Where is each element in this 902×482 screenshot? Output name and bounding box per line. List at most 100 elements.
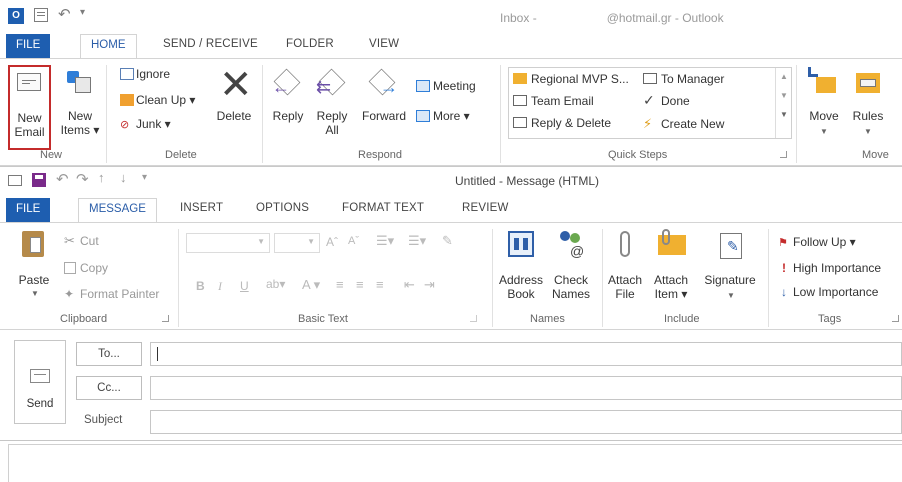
quick-step-to-manager[interactable]: To Manager [643,72,724,86]
group-label-delete: Delete [165,149,197,161]
copy-icon [64,262,76,274]
quick-step-team-email[interactable]: Team Email [513,94,594,108]
next-item-icon[interactable]: ↓ [120,170,127,185]
undo-icon[interactable]: ↶ [58,5,71,23]
signature-button[interactable]: ✎ Signature ▼ [700,229,760,311]
meeting-button[interactable]: Meeting [416,79,476,93]
tab-review[interactable]: REVIEW [462,202,509,214]
paperclip-icon [620,231,630,257]
quick-step-create-new[interactable]: ⚡ Create New [643,116,724,132]
tab-message[interactable]: MESSAGE [78,198,157,223]
tab-folder[interactable]: FOLDER [286,38,334,50]
new-email-button[interactable]: New Email [8,65,51,150]
group-label-move: Move [862,149,889,161]
tab-file[interactable]: FILE [6,34,51,58]
paste-button[interactable]: Paste ▼ [14,229,54,311]
to-button[interactable]: To... [76,342,142,366]
check-names-button[interactable]: @ Check Names [548,229,594,311]
outlook-window-title: Inbox - @hotmail.gr - Outlook [500,11,900,25]
decrease-indent-icon[interactable]: ⇤ [404,277,415,293]
ignore-button[interactable]: Ignore [120,67,170,81]
address-book-button[interactable]: Address Book [498,229,544,311]
cut-button[interactable]: ✂ Cut [64,233,99,249]
numbering-icon[interactable]: ☰▾ [408,233,426,249]
reply-button[interactable]: ← Reply [268,65,308,145]
quick-steps-launcher-icon[interactable] [780,151,787,158]
group-label-tags: Tags [818,313,842,325]
forward-arrow-icon: → [380,77,398,97]
customize-qat-icon[interactable]: ▾ [80,7,85,18]
subject-field[interactable] [150,410,902,434]
forward-button[interactable]: → Forward [356,65,412,145]
outlook-app-icon[interactable]: O [8,8,24,24]
quick-step-regional-mvp[interactable]: Regional MVP S... [513,72,629,86]
tab-format-text[interactable]: FORMAT TEXT [342,202,424,214]
to-field[interactable] [150,342,902,366]
undo-icon[interactable]: ↶ [56,170,69,188]
cc-field[interactable] [150,376,902,400]
high-importance-button[interactable]: ! High Importance [778,261,881,275]
low-importance-icon: ↓ [781,285,787,299]
font-color-icon[interactable]: A ▾ [302,277,320,293]
delete-button[interactable]: ✕ Delete [212,65,256,145]
cc-button[interactable]: Cc... [76,376,142,400]
new-items-button[interactable]: New Items ▾ [55,65,105,150]
format-painter-button[interactable]: ✦ Format Painter [64,287,159,301]
tags-launcher-icon[interactable] [892,315,899,322]
bullets-icon[interactable]: ☰▾ [376,233,394,249]
previous-item-icon[interactable]: ↑ [98,170,105,185]
copy-button[interactable]: Copy [64,261,108,275]
clipboard-launcher-icon[interactable] [162,315,169,322]
basic-text-launcher-icon[interactable] [470,315,477,322]
move-button[interactable]: Move ▼ [804,65,844,145]
attach-item-label: Attach Item ▾ [653,273,689,301]
shrink-font-icon[interactable]: Aˇ [348,235,359,247]
grow-font-icon[interactable]: Aˆ [326,235,338,249]
font-name-dropdown[interactable]: ▼ [186,233,270,253]
tab-send-receive[interactable]: SEND / RECEIVE [163,38,258,50]
rules-button[interactable]: Rules ▼ [848,65,888,145]
attach-item-button[interactable]: Attach Item ▾ [648,229,694,311]
send-button[interactable]: Send [14,340,66,424]
customize-qat-icon[interactable]: ▾ [142,172,147,183]
quick-step-reply-delete[interactable]: Reply & Delete [513,116,611,130]
redo-icon[interactable]: ↷ [76,170,89,188]
increase-indent-icon[interactable]: ⇥ [424,277,435,293]
tab-view[interactable]: VIEW [369,38,399,50]
italic-icon[interactable]: I [218,279,222,294]
tab-insert[interactable]: INSERT [180,202,223,214]
message-body[interactable] [8,444,902,482]
attach-file-button[interactable]: Attach File [606,229,644,311]
tab-options[interactable]: OPTIONS [256,202,309,214]
quick-steps-scrollbar[interactable]: ▲ ▼ ▼ [775,68,792,138]
save-icon[interactable] [32,173,46,187]
group-divider [602,229,603,327]
chevron-down-icon: ▼ [257,237,265,246]
high-importance-icon: ! [782,261,786,275]
more-respond-button[interactable]: More ▾ [416,109,470,123]
send-envelope-icon [30,369,50,383]
junk-button[interactable]: ⊘ Junk ▾ [120,117,171,131]
follow-up-button[interactable]: ⚑ Follow Up ▾ [778,235,856,249]
tab-home[interactable]: HOME [80,34,137,59]
quick-step-done[interactable]: ✓ Done [643,92,690,109]
align-left-icon[interactable]: ≡ [336,277,344,292]
align-right-icon[interactable]: ≡ [376,277,384,292]
reply-arrow-icon: ← [272,77,290,97]
send-receive-icon[interactable] [34,8,48,22]
message-app-icon[interactable] [8,175,22,186]
tab-file[interactable]: FILE [6,198,51,222]
group-label-names: Names [530,313,565,325]
highlight-icon[interactable]: ab▾ [266,277,285,291]
reply-all-button[interactable]: ⇇ Reply All [312,65,352,145]
outlook-ribbon-tabs: FILE HOME SEND / RECEIVE FOLDER VIEW [0,34,902,59]
low-importance-button[interactable]: ↓ Low Importance [778,285,878,299]
underline-icon[interactable]: U [240,279,249,293]
bold-icon[interactable]: B [196,279,205,293]
align-center-icon[interactable]: ≡ [356,277,364,292]
group-label-quick-steps: Quick Steps [608,149,668,161]
font-size-dropdown[interactable]: ▼ [274,233,320,253]
clear-formatting-icon[interactable]: ✎ [442,233,453,249]
clean-up-button[interactable]: Clean Up ▾ [120,93,195,107]
message-window-title: Untitled - Message (HTML) [455,174,600,188]
